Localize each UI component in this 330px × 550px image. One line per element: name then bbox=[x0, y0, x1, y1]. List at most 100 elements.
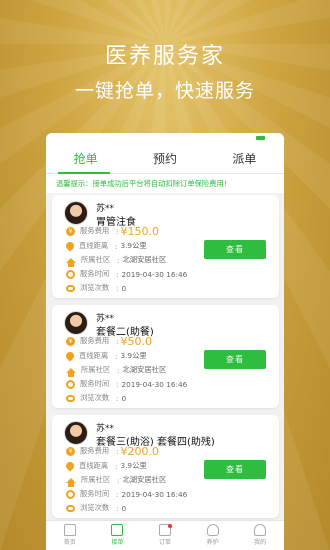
clock-icon bbox=[66, 269, 75, 279]
distance-value: 3.9公里 bbox=[120, 461, 147, 470]
nav-label: 订单 bbox=[158, 539, 171, 546]
community-value: 北湖安居社区 bbox=[122, 255, 167, 264]
clipboard-icon bbox=[111, 524, 124, 536]
order-tabs: 抢单 预约 派单 bbox=[46, 146, 284, 174]
order-card: 苏** 套餐三(助浴) 套餐四(助残) ¥ 服务费用: ¥200.0 直线距离:… bbox=[52, 415, 279, 518]
yen-icon: ¥ bbox=[66, 226, 75, 236]
avatar bbox=[64, 421, 88, 445]
yen-icon: ¥ bbox=[66, 336, 75, 346]
views-value: 0 bbox=[121, 283, 127, 293]
hero-subtitle: 一键抢单，快速服务 bbox=[74, 80, 255, 102]
community-value: 北湖安居社区 bbox=[122, 475, 167, 484]
view-button[interactable]: 查看 bbox=[204, 240, 266, 259]
nav-item-orders[interactable]: 订单 bbox=[141, 521, 189, 550]
time-row: 服务时间: 2019-04-30 16:46 bbox=[66, 487, 187, 501]
nav-item-care[interactable]: 养护 bbox=[189, 521, 237, 550]
distance-row: 直线距离: 3.9公里 bbox=[64, 459, 147, 473]
eye-icon bbox=[66, 504, 75, 512]
time-value: 2019-04-30 16:46 bbox=[121, 269, 188, 279]
community-row: 所属社区: 北湖安居社区 bbox=[66, 253, 166, 267]
distance-label: 直线距离 bbox=[79, 351, 109, 360]
time-label: 服务时间 bbox=[80, 489, 110, 498]
eye-icon bbox=[66, 394, 75, 402]
nav-label: 首页 bbox=[63, 539, 76, 546]
distance-label: 直线距离 bbox=[79, 461, 109, 470]
nav-label: 养护 bbox=[206, 539, 219, 546]
community-label: 所属社区 bbox=[81, 365, 111, 374]
views-row: 浏览次数: 0 bbox=[66, 281, 126, 295]
house-icon bbox=[66, 367, 76, 377]
fee-row: ¥ 服务费用: ¥50.0 bbox=[66, 334, 152, 348]
tab-dispatch[interactable]: 派单 bbox=[205, 146, 284, 173]
views-row: 浏览次数: 0 bbox=[66, 391, 126, 405]
nav-label: 我的 bbox=[254, 539, 267, 546]
colon: : bbox=[116, 283, 119, 293]
nav-label: 接单 bbox=[111, 539, 124, 546]
colon: : bbox=[117, 365, 120, 375]
community-row: 所属社区: 北湖安居社区 bbox=[66, 473, 166, 487]
clock-icon bbox=[66, 379, 75, 389]
eye-icon bbox=[66, 284, 75, 292]
tab-grab[interactable]: 抢单 bbox=[46, 146, 125, 173]
distance-row: 直线距离: 3.9公里 bbox=[64, 239, 147, 253]
view-button[interactable]: 查看 bbox=[204, 350, 266, 369]
fee-label: 服务费用 bbox=[80, 226, 110, 235]
colon: : bbox=[116, 503, 119, 513]
community-row: 所属社区: 北湖安居社区 bbox=[66, 363, 166, 377]
fee-value: ¥200.0 bbox=[120, 444, 159, 458]
notification-badge bbox=[168, 524, 173, 528]
views-label: 浏览次数 bbox=[80, 393, 110, 402]
fee-row: ¥ 服务费用: ¥200.0 bbox=[66, 444, 159, 458]
distance-label: 直线距离 bbox=[79, 241, 109, 250]
time-row: 服务时间: 2019-04-30 16:46 bbox=[66, 377, 187, 391]
colon: : bbox=[116, 379, 119, 389]
time-value: 2019-04-30 16:46 bbox=[121, 379, 188, 389]
home-icon bbox=[63, 524, 76, 536]
views-label: 浏览次数 bbox=[80, 283, 110, 292]
battery-icon bbox=[256, 136, 265, 140]
location-icon bbox=[64, 240, 76, 252]
distance-value: 3.9公里 bbox=[120, 241, 147, 250]
phone-screen: 抢单 预约 派单 温馨提示：接单成功后平台将自动扣除订单保险费用! 苏** 胃管… bbox=[46, 133, 284, 550]
view-button[interactable]: 查看 bbox=[204, 460, 266, 479]
distance-value: 3.9公里 bbox=[120, 351, 147, 360]
colon: : bbox=[116, 393, 119, 403]
order-card: 苏** 胃管注食 ¥ 服务费用: ¥150.0 直线距离: 3.9公里 所属社区… bbox=[52, 195, 279, 298]
fee-row: ¥ 服务费用: ¥150.0 bbox=[66, 224, 159, 238]
colon: : bbox=[115, 461, 118, 471]
status-bar bbox=[46, 133, 284, 146]
nav-item-grab[interactable]: 接单 bbox=[94, 521, 142, 550]
active-tab-indicator bbox=[58, 172, 110, 174]
clock-icon bbox=[66, 489, 75, 499]
colon: : bbox=[116, 269, 119, 279]
avatar bbox=[64, 201, 88, 225]
colon: : bbox=[116, 336, 119, 346]
fee-value: ¥50.0 bbox=[120, 334, 152, 348]
location-icon bbox=[64, 350, 76, 362]
fee-value: ¥150.0 bbox=[120, 224, 159, 238]
nav-item-mine[interactable]: 我的 bbox=[236, 521, 284, 550]
colon: : bbox=[115, 241, 118, 251]
avatar bbox=[64, 311, 88, 335]
house-icon bbox=[66, 477, 76, 487]
order-card: 苏** 套餐二(助餐) ¥ 服务费用: ¥50.0 直线距离: 3.9公里 所属… bbox=[52, 305, 279, 408]
views-value: 0 bbox=[121, 393, 127, 403]
community-label: 所属社区 bbox=[81, 255, 111, 264]
location-icon bbox=[64, 460, 76, 472]
house-icon bbox=[66, 257, 76, 267]
time-label: 服务时间 bbox=[80, 379, 110, 388]
colon: : bbox=[117, 475, 120, 485]
community-label: 所属社区 bbox=[81, 475, 111, 484]
nav-item-home[interactable]: 首页 bbox=[46, 521, 94, 550]
tab-appointment[interactable]: 预约 bbox=[125, 146, 204, 173]
fee-label: 服务费用 bbox=[80, 336, 110, 345]
time-row: 服务时间: 2019-04-30 16:46 bbox=[66, 267, 187, 281]
views-label: 浏览次数 bbox=[80, 503, 110, 512]
bottom-nav: 首页 接单 订单 养护 我的 bbox=[46, 520, 284, 550]
distance-row: 直线距离: 3.9公里 bbox=[64, 349, 147, 363]
colon: : bbox=[117, 255, 120, 265]
user-icon bbox=[254, 524, 267, 536]
yen-icon: ¥ bbox=[66, 446, 75, 456]
notice-banner: 温馨提示：接单成功后平台将自动扣除订单保险费用! bbox=[46, 174, 284, 193]
time-label: 服务时间 bbox=[80, 269, 110, 278]
